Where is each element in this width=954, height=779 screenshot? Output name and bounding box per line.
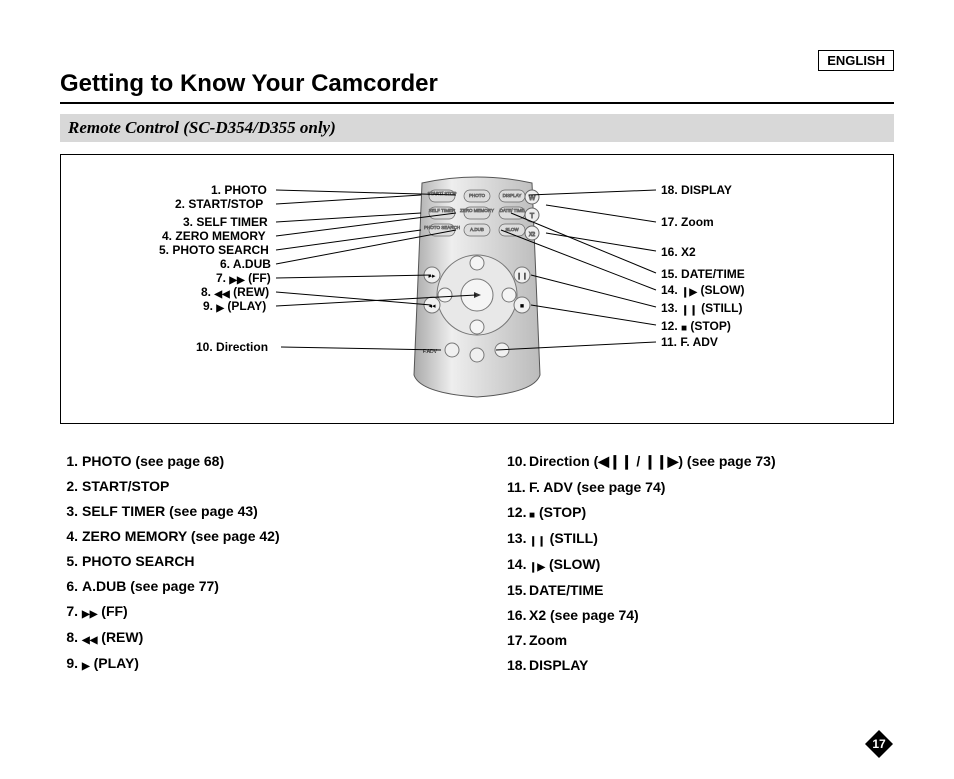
list-item: 10.Direction (◀❙❙ / ❙❙▶) (see page 73) [507,453,894,470]
list-right-col: 10.Direction (◀❙❙ / ❙❙▶) (see page 73) 1… [507,444,894,682]
list-item: 9.▶ (PLAY) [60,655,447,672]
list-item: 16.X2 (see page 74) [507,607,894,623]
page-title: Getting to Know Your Camcorder [60,70,894,104]
list-item: 2.START/STOP [60,478,447,494]
list-item: 8.◀◀ (REW) [60,629,447,646]
rew-icon: ◀◀ [82,635,97,646]
list-item: 6.A.DUB (see page 77) [60,578,447,594]
list-item: 18.DISPLAY [507,657,894,673]
list-item: 17.Zoom [507,632,894,648]
play-icon: ▶ [82,661,90,672]
list-item: 7.▶▶ (FF) [60,603,447,620]
list-item: 15.DATE/TIME [507,582,894,598]
list-item: 4.ZERO MEMORY (see page 42) [60,528,447,544]
language-box: ENGLISH [818,50,894,71]
reference-lists: 1.PHOTO (see page 68) 2.START/STOP 3.SEL… [60,444,894,682]
leader-lines [61,155,893,423]
list-item: 1.PHOTO (see page 68) [60,453,447,469]
section-subtitle: Remote Control (SC-D354/D355 only) [60,114,894,142]
list-item: 12.■ (STOP) [507,504,894,521]
list-item: 5.PHOTO SEARCH [60,553,447,569]
remote-diagram: START/ STOP PHOTO DISPLAY SELF TIMER ZER… [60,154,894,424]
slow-icon: ❙▶ [529,562,545,573]
page-number: 17 [864,729,894,759]
ff-icon: ▶▶ [82,609,97,620]
list-item: 13.❙❙ (STILL) [507,530,894,547]
list-item: 11.F. ADV (see page 74) [507,479,894,495]
still-icon: ❙❙ [529,536,546,547]
list-item: 3.SELF TIMER (see page 43) [60,503,447,519]
svg-text:17: 17 [872,737,886,751]
list-item: 14.❙▶ (SLOW) [507,556,894,573]
list-left-col: 1.PHOTO (see page 68) 2.START/STOP 3.SEL… [60,444,447,682]
stop-icon: ■ [529,510,535,521]
